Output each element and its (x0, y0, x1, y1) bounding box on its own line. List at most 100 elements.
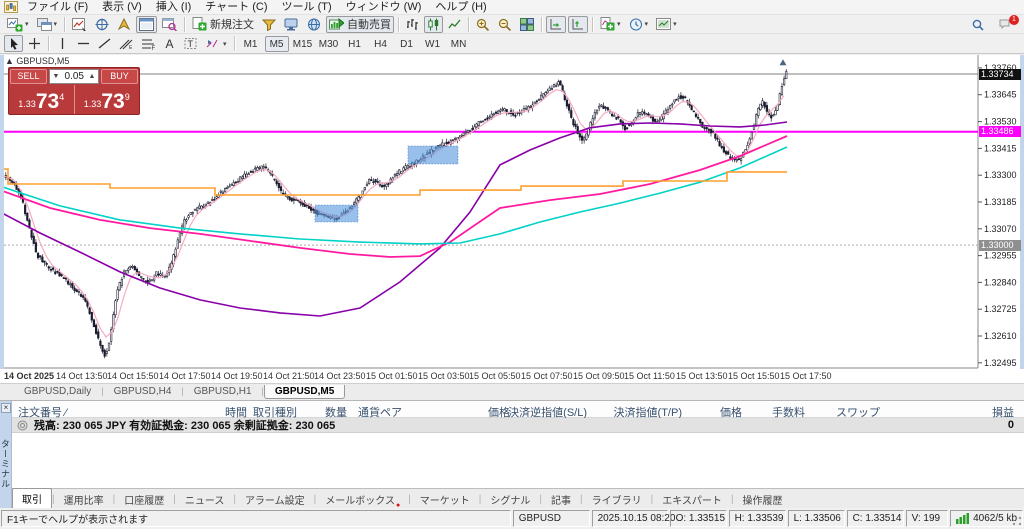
auto-scroll-button[interactable] (546, 16, 566, 33)
indicators-button[interactable]: ▾ (597, 16, 624, 33)
navigator-button[interactable] (114, 16, 134, 33)
algo-trading-button[interactable]: 自動売買 (326, 16, 394, 33)
time-axis[interactable]: 14 Oct 202514 Oct 13:5014 Oct 15:5014 Oc… (0, 369, 1024, 383)
text-button[interactable]: A (160, 35, 179, 52)
toolbar-separator (234, 36, 235, 51)
periods-button[interactable]: ▾ (626, 16, 652, 33)
templates-button[interactable]: ▾ (653, 16, 680, 33)
terminal-tab-4[interactable]: アラーム設定 (236, 490, 314, 509)
timeframe-mn[interactable]: MN (447, 36, 471, 52)
buy-price[interactable]: 1.33 73 9 (75, 85, 140, 114)
vline-button[interactable] (53, 35, 72, 52)
metaeditor-button[interactable] (259, 16, 279, 33)
status-datetime: 2025.10.15 08:20 (592, 510, 668, 527)
sell-button[interactable]: SELL (10, 69, 47, 84)
line-chart-button[interactable] (445, 16, 464, 33)
balance-row[interactable]: 残高: 230 065 JPY 有効証拠金: 230 065 余剰証拠金: 23… (12, 418, 1024, 433)
chart-shift-button[interactable] (568, 16, 588, 33)
volume-down-icon[interactable]: ▼ (50, 73, 62, 80)
highlight-rect-2[interactable] (315, 205, 358, 222)
toolbar-separator (184, 17, 185, 32)
search-icon[interactable] (968, 16, 988, 33)
chart-window[interactable]: 1.337601.336451.335301.334151.333001.331… (0, 55, 1024, 383)
toolbar-separator (468, 17, 469, 32)
cursor-button[interactable] (4, 35, 23, 52)
timeframe-m5[interactable]: M5 (265, 36, 289, 52)
zoom-out-button[interactable] (495, 16, 515, 33)
toolbar-tools: EFAT▾ M1M5M15M30H1H4D1W1MN (0, 34, 1024, 54)
strategy-tester-button[interactable] (159, 16, 180, 33)
terminal-tab-1[interactable]: 運用比率 (55, 490, 113, 509)
terminal-tab-8[interactable]: 記事 (542, 490, 580, 509)
terminal-tab-3[interactable]: ニュース (176, 490, 234, 509)
vps-button[interactable] (281, 16, 302, 33)
menu-item-5[interactable]: ウィンドウ (W) (339, 0, 429, 14)
terminal-tab-9[interactable]: ライブラリ (583, 490, 651, 509)
hline-button[interactable] (74, 35, 93, 52)
timeframe-m1[interactable]: M1 (239, 36, 263, 52)
volume-stepper[interactable]: ▼ 0.05 ▲ (49, 69, 99, 84)
price-tick-label: 1.32955 (984, 251, 1017, 261)
channel-button[interactable]: E (116, 35, 136, 52)
notification-icon[interactable]: 1 (996, 16, 1017, 33)
volume-up-icon[interactable]: ▲ (86, 73, 98, 80)
chart-tab-gbpusd-m5[interactable]: GBPUSD,M5 (264, 385, 345, 399)
timeframe-h4[interactable]: H4 (369, 36, 393, 52)
sell-price[interactable]: 1.33 73 4 (9, 85, 75, 114)
community-button[interactable] (304, 16, 324, 33)
one-click-symbol-label[interactable]: ▲ GBPUSD,M5 (5, 56, 69, 66)
new-order-button[interactable]: 新規注文 (189, 16, 257, 33)
time-axis-label: 14 Oct 13:50 (56, 371, 108, 381)
chart-tab-gbpusd-h1[interactable]: GBPUSD,H1 (184, 385, 262, 398)
timeframe-h1[interactable]: H1 (343, 36, 367, 52)
timeframe-m30[interactable]: M30 (317, 36, 341, 52)
toolbar-standard: ▾▾新規注文自動売買▾▾▾ (0, 15, 1024, 34)
trendline-button[interactable] (95, 35, 114, 52)
status-symbol[interactable]: GBPUSD (513, 510, 590, 527)
toolbar-separator (541, 17, 542, 32)
menu-item-4[interactable]: ツール (T) (275, 0, 339, 14)
connection-bars-icon (956, 513, 970, 524)
close-icon[interactable]: × (1, 403, 11, 413)
terminal-tab-5[interactable]: メールボックス● (316, 490, 408, 509)
volume-value[interactable]: 0.05 (62, 71, 86, 82)
menu-item-6[interactable]: ヘルプ (H) (428, 0, 493, 14)
terminal-tab-6[interactable]: マーケット (411, 490, 479, 509)
data-window-button[interactable] (92, 16, 112, 33)
mt5-window: ファイル (F)表示 (V)挿入 (I)チャート (C)ツール (T)ウィンドウ… (0, 0, 1024, 529)
terminal-tab-7[interactable]: シグナル (481, 490, 539, 509)
menu-item-3[interactable]: チャート (C) (198, 0, 274, 14)
timeframe-d1[interactable]: D1 (395, 36, 419, 52)
terminal-button[interactable] (136, 16, 157, 33)
zoom-in-button[interactable] (473, 16, 493, 33)
menu-item-0[interactable]: ファイル (F) (20, 0, 95, 14)
chart-tab-gbpusd-daily[interactable]: GBPUSD,Daily (14, 385, 101, 398)
terminal-tab-0[interactable]: 取引 (12, 488, 52, 509)
crosshair-button[interactable] (25, 35, 44, 52)
highlight-rect-1[interactable] (408, 146, 458, 164)
bar-chart-button[interactable] (403, 16, 422, 33)
buy-button[interactable]: BUY (101, 69, 138, 84)
shapes-button[interactable]: ▾ (202, 35, 230, 52)
time-axis-label: 15 Oct 15:50 (728, 371, 780, 381)
price-chart[interactable]: 1.337601.336451.335301.334151.333001.331… (0, 55, 1024, 383)
algo-trading-button-label: 自動売買 (347, 16, 391, 32)
market-watch-button[interactable] (69, 16, 90, 33)
chart-tab-bar: GBPUSD,Daily|GBPUSD,H4|GBPUSD,H1|GBPUSD,… (0, 383, 1024, 400)
chart-tab-gbpusd-h4[interactable]: GBPUSD,H4 (104, 385, 182, 398)
timeframe-w1[interactable]: W1 (421, 36, 445, 52)
terminal-tab-11[interactable]: 操作履歴 (734, 490, 792, 509)
terminal-tab-10[interactable]: エキスパート (653, 490, 731, 509)
candlestick-button[interactable] (424, 16, 443, 33)
tile-windows-button[interactable] (517, 16, 537, 33)
fibonacci-button[interactable]: F (138, 35, 158, 52)
timeframe-m15[interactable]: M15 (291, 36, 315, 52)
resize-grip[interactable] (1010, 515, 1023, 528)
new-chart-button[interactable]: ▾ (4, 16, 32, 33)
profiles-button[interactable]: ▾ (34, 16, 61, 33)
label-button[interactable]: T (181, 35, 200, 52)
terminal-tab-2[interactable]: 口座履歴 (115, 490, 173, 509)
menu-item-2[interactable]: 挿入 (I) (149, 0, 198, 14)
menu-item-1[interactable]: 表示 (V) (95, 0, 149, 14)
time-axis-label: 15 Oct 13:50 (676, 371, 728, 381)
